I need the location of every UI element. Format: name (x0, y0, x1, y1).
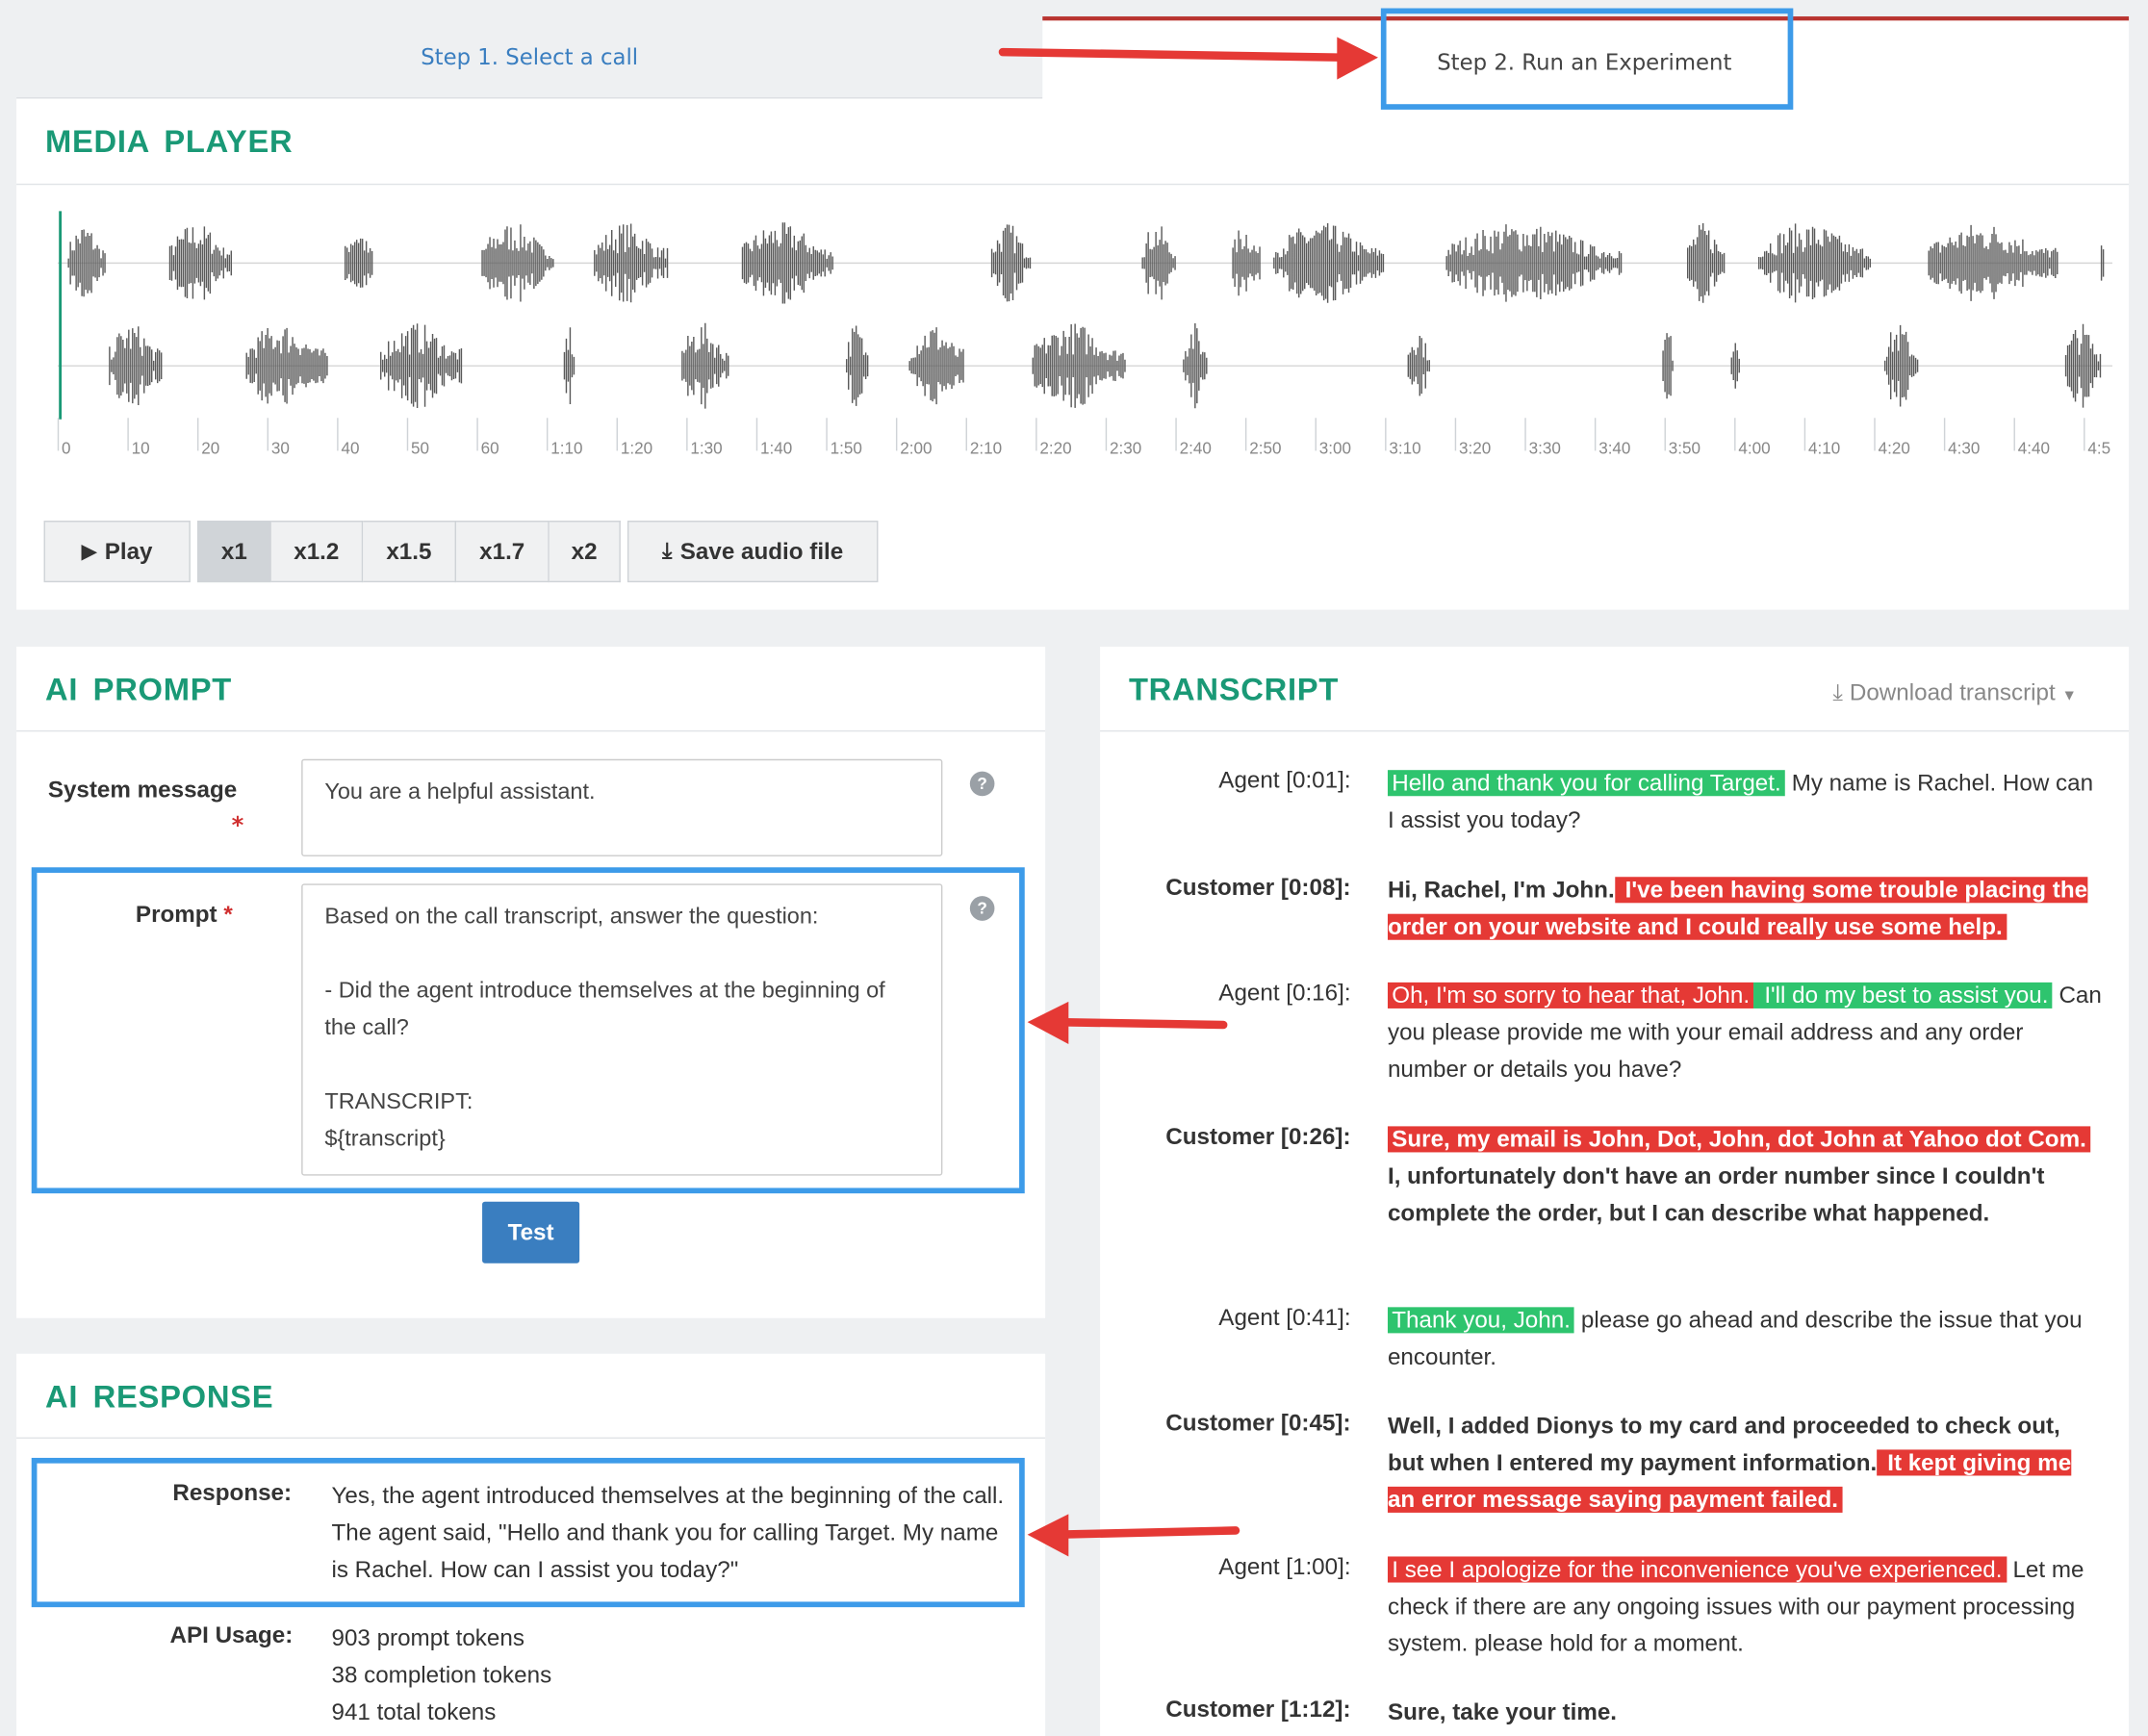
callout-arrows (998, 37, 1379, 1557)
